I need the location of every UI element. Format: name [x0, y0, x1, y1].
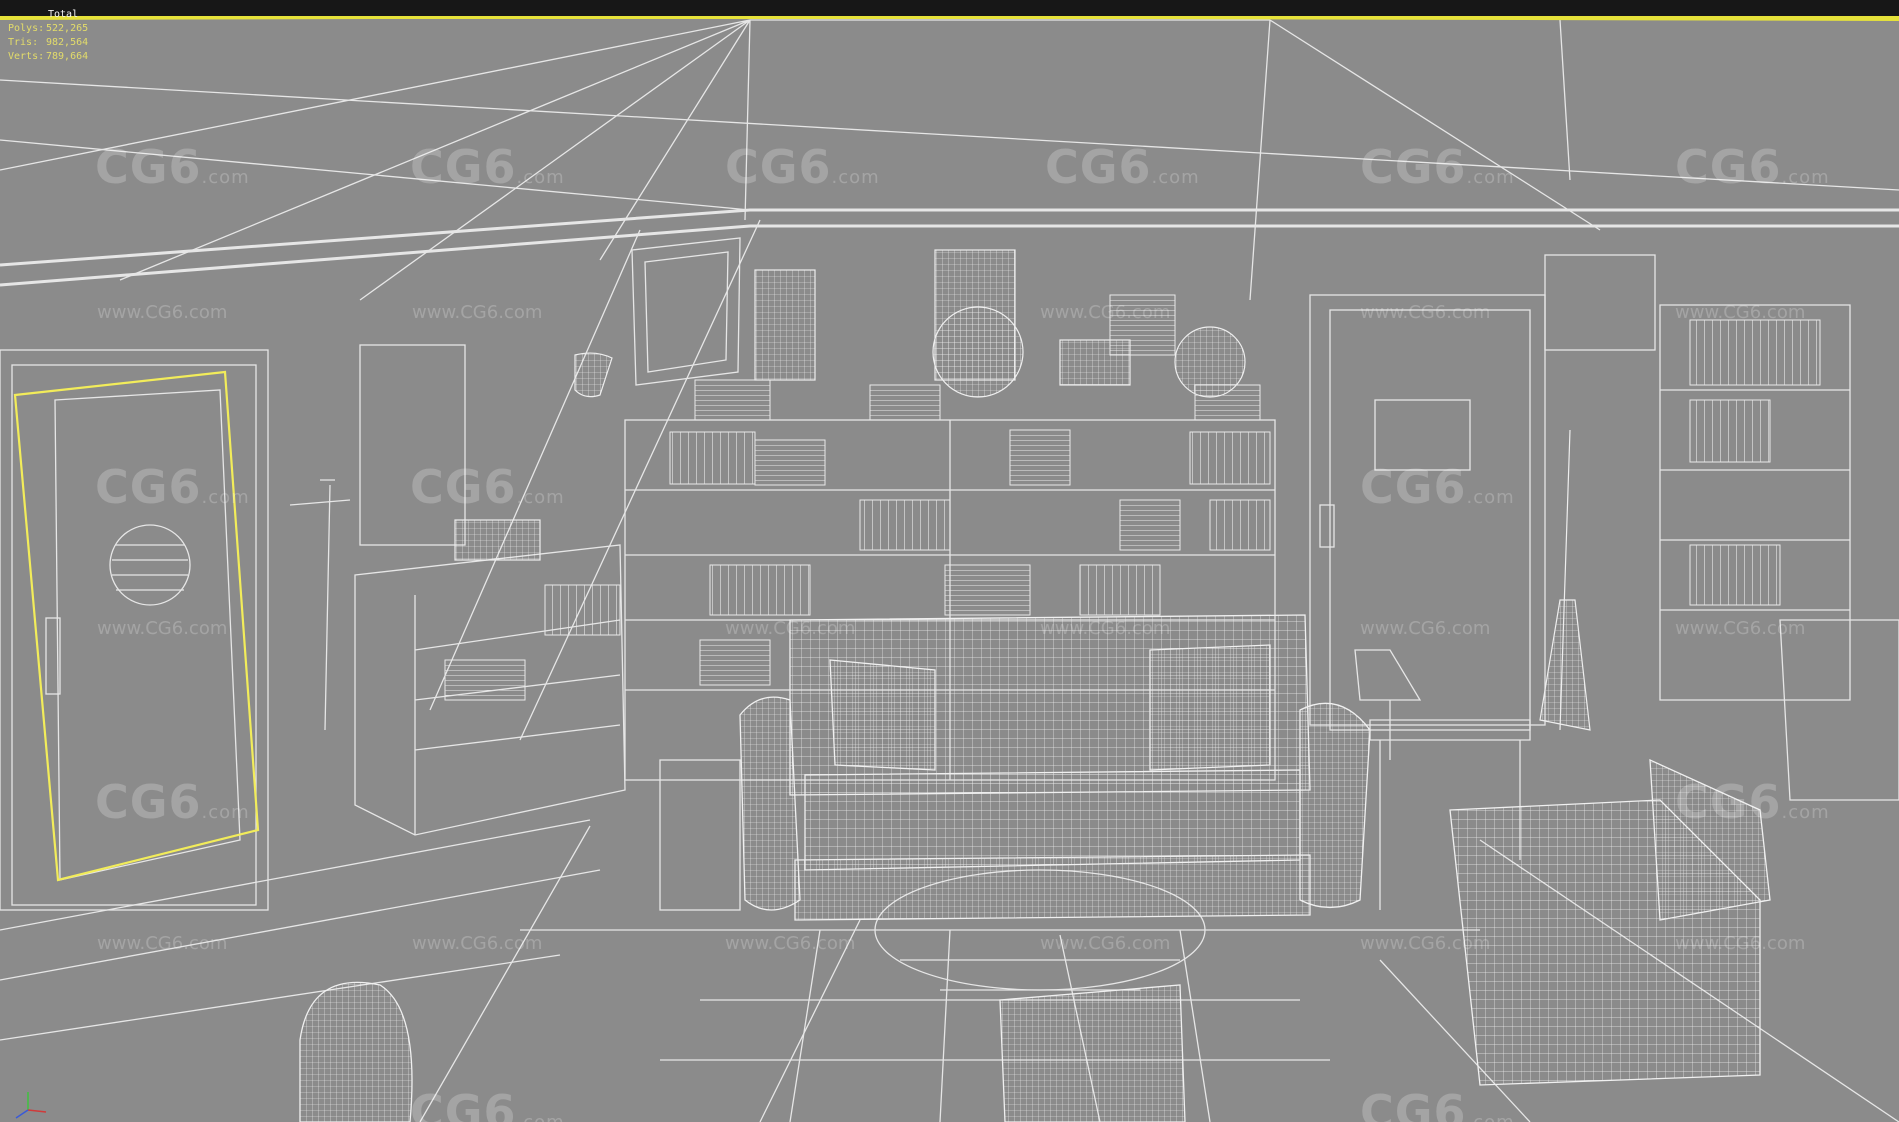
stats-title: Total [48, 9, 79, 20]
active-viewport-highlight [0, 16, 1899, 19]
3d-viewport[interactable]: CG6.com CG6.com CG6.com CG6.com CG6.com … [0, 0, 1899, 1122]
stats-row-tris: Tris: 982,564 [8, 36, 88, 50]
wireframe-scene[interactable] [0, 0, 1899, 1122]
stats-row-verts: Verts: 789,664 [8, 50, 88, 64]
stats-value: 522,265 [46, 23, 89, 34]
viewport-statistics: Total Polys: 522,265 Tris: 982,564 Verts: 7… [8, 8, 88, 64]
stats-value: 982,564 [46, 37, 89, 48]
stats-key: Polys: [8, 23, 45, 34]
stats-key: Tris: [8, 37, 39, 48]
axis-gizmo-icon [15, 1092, 47, 1119]
stats-row-polys: Polys: 522,265 [8, 22, 88, 36]
stats-value: 789,664 [46, 51, 89, 62]
viewport-top-bar [0, 0, 1899, 19]
stats-key: Verts: [8, 51, 45, 62]
